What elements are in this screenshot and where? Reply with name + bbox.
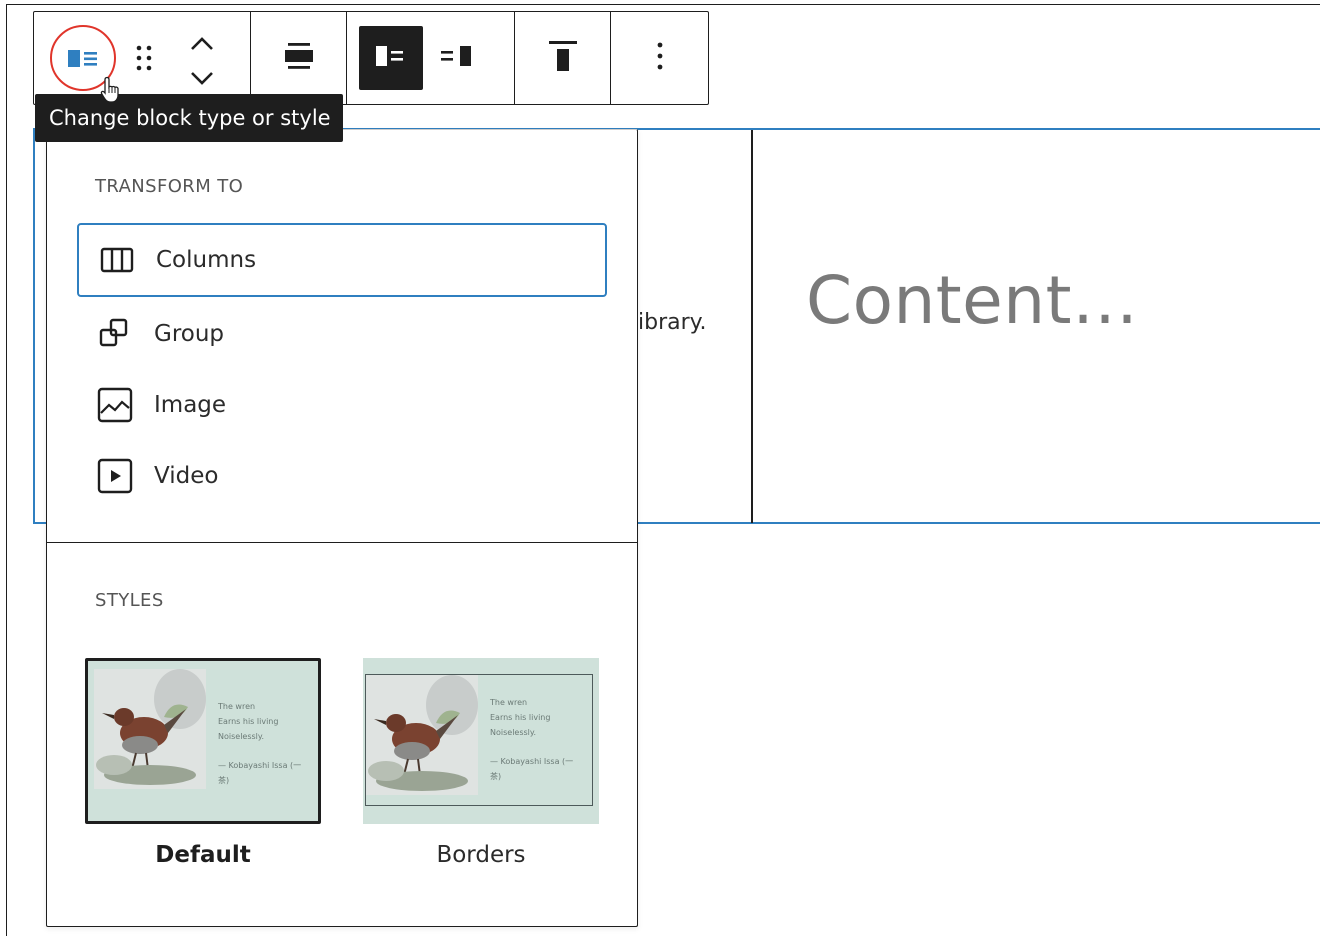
- poem-line: The wren: [218, 702, 256, 711]
- poem-line: 茶): [490, 772, 502, 781]
- transform-item-label: Group: [154, 321, 225, 347]
- wren-image: [366, 675, 478, 795]
- styles-section-title: STYLES: [95, 590, 164, 611]
- media-right-icon: [439, 43, 475, 73]
- toolbar-group-options: [611, 12, 708, 104]
- poem-line: The wren: [490, 698, 528, 707]
- block-toolbar: [33, 11, 709, 105]
- style-preview: The wren Earns his living Noiselessly. —…: [363, 658, 599, 824]
- vertical-align-top-icon: [546, 38, 580, 78]
- more-vertical-icon: [655, 40, 665, 76]
- transform-item-label: Columns: [156, 247, 257, 273]
- hand-cursor-icon: [100, 76, 122, 108]
- poem-line: — Kobayashi Issa (一: [490, 757, 574, 766]
- transform-item-video[interactable]: Video: [77, 439, 607, 513]
- chevron-down-icon[interactable]: [189, 70, 215, 90]
- style-option-borders[interactable]: The wren Earns his living Noiselessly. —…: [363, 658, 599, 868]
- drag-handle-button[interactable]: [130, 40, 158, 80]
- transform-item-label: Image: [154, 392, 227, 418]
- poem-line: — Kobayashi Issa (一: [218, 761, 302, 770]
- poem-line: 茶): [218, 776, 230, 785]
- poem-line: Earns his living: [218, 717, 279, 726]
- media-caption-fragment: ibrary.: [638, 310, 707, 335]
- transform-item-group[interactable]: Group: [77, 297, 607, 371]
- style-label: Borders: [436, 842, 526, 868]
- poem-line: Noiselessly.: [218, 732, 265, 741]
- wren-image: [94, 669, 206, 789]
- media-left-icon: [374, 43, 408, 73]
- move-buttons: [184, 36, 220, 90]
- block-switcher-dropdown: TRANSFORM TO Columns Group Image Video S…: [46, 129, 638, 927]
- preview-poem: The wren Earns his living Noiselessly. —…: [490, 695, 573, 784]
- more-options-button[interactable]: [636, 26, 684, 90]
- transform-item-image[interactable]: Image: [77, 368, 607, 442]
- group-icon: [97, 316, 133, 352]
- align-center-icon: [282, 39, 316, 77]
- preview-content: The wren Earns his living Noiselessly. —…: [94, 669, 316, 813]
- toolbar-group-vertical-align: [515, 12, 611, 104]
- transform-item-label: Video: [154, 463, 219, 489]
- poem-line: Earns his living: [490, 713, 551, 722]
- media-right-button[interactable]: [433, 26, 481, 90]
- preview-poem: The wren Earns his living Noiselessly. —…: [218, 699, 301, 788]
- media-left-button[interactable]: [359, 26, 423, 90]
- drag-handle-icon: [133, 42, 155, 78]
- chevron-up-icon[interactable]: [189, 36, 215, 56]
- columns-icon: [99, 242, 135, 278]
- style-label: Default: [155, 842, 251, 868]
- style-option-default[interactable]: The wren Earns his living Noiselessly. —…: [85, 658, 321, 868]
- content-placeholder[interactable]: Content…: [806, 262, 1139, 339]
- preview-content: The wren Earns his living Noiselessly. —…: [365, 674, 593, 806]
- video-icon: [97, 458, 133, 494]
- vertical-align-button[interactable]: [539, 26, 587, 90]
- poem-line: Noiselessly.: [490, 728, 537, 737]
- block-divider: [751, 130, 753, 523]
- transform-section-title: TRANSFORM TO: [95, 176, 244, 197]
- section-divider: [47, 542, 637, 543]
- image-icon: [97, 387, 133, 423]
- transform-item-columns[interactable]: Columns: [77, 223, 607, 297]
- toolbar-group-align: [251, 12, 347, 104]
- align-button[interactable]: [275, 26, 323, 90]
- style-preview: The wren Earns his living Noiselessly. —…: [85, 658, 321, 824]
- toolbar-group-media-position: [347, 12, 515, 104]
- tooltip: Change block type or style: [35, 94, 343, 142]
